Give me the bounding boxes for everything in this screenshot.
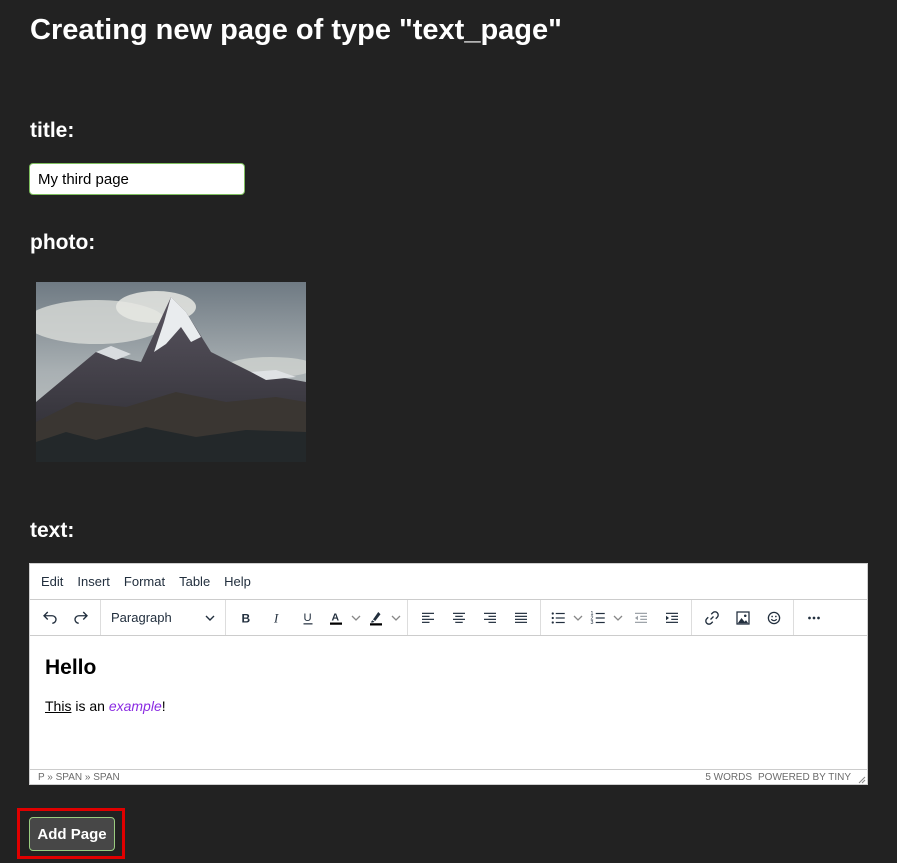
block-format-group: Paragraph [101,600,226,635]
content-heading: Hello [45,656,97,679]
photo-label: photo: [30,231,96,254]
menu-insert[interactable]: Insert [70,570,117,593]
bullet-list-icon[interactable] [545,604,571,632]
text-color-icon[interactable]: A [323,604,349,632]
more-group [794,600,833,635]
italic-text: example [108,698,162,714]
insert-group [692,600,794,635]
undo-icon[interactable] [34,604,65,632]
status-right: 5 WORDS POWERED BY TINY [705,772,859,783]
rich-text-editor[interactable]: Edit Insert Format Table Help Paragraph … [29,563,868,785]
bullet-list-button[interactable] [545,604,585,632]
highlight-color-icon[interactable] [363,604,389,632]
block-format-value: Paragraph [111,610,172,625]
text-label: text: [30,519,75,542]
element-path[interactable]: P » SPAN » SPAN [38,772,120,783]
text-style-group: B I U A [226,600,408,635]
content-paragraph: This is an example! [45,698,852,714]
resize-handle-icon[interactable] [858,776,866,784]
redo-icon[interactable] [65,604,96,632]
title-input[interactable] [29,163,245,195]
chevron-down-icon[interactable] [389,604,403,632]
editor-content[interactable]: Hello This is an example! [30,636,867,769]
svg-text:U: U [303,612,311,624]
word-count[interactable]: 5 WORDS [705,772,752,783]
svg-text:A: A [332,611,340,623]
underline-icon[interactable]: U [292,604,323,632]
page-title: Creating new page of type "text_page" [30,14,562,46]
chevron-down-icon [205,615,215,621]
bold-icon[interactable]: B [230,604,261,632]
exclamation-text: ! [161,698,166,714]
align-right-icon[interactable] [474,604,505,632]
align-left-icon[interactable] [412,604,443,632]
history-group [30,600,101,635]
menu-help[interactable]: Help [217,570,258,593]
svg-text:I: I [273,611,279,625]
title-label: title: [30,119,75,142]
editor-toolbar: Paragraph B I U A 1 2 3 [30,600,867,636]
emoji-icon[interactable] [758,604,789,632]
underlined-text: This [45,698,72,714]
indent-icon[interactable] [656,604,687,632]
editor-statusbar: P » SPAN » SPAN 5 WORDS POWERED BY TINY [30,769,867,785]
chevron-down-icon[interactable] [349,604,363,632]
list-group: 123 [541,600,692,635]
numbered-list-icon[interactable]: 123 [585,604,611,632]
text-color-button[interactable]: A [323,604,363,632]
menu-table[interactable]: Table [172,570,217,593]
photo-image [36,282,306,462]
chevron-down-icon[interactable] [571,604,585,632]
menu-format[interactable]: Format [117,570,172,593]
italic-icon[interactable]: I [261,604,292,632]
menu-edit[interactable]: Edit [34,570,70,593]
svg-text:3: 3 [591,620,594,626]
svg-text:B: B [241,611,250,625]
add-page-button[interactable]: Add Page [29,817,115,851]
highlight-color-button[interactable] [363,604,403,632]
more-icon[interactable] [798,604,829,632]
powered-by[interactable]: POWERED BY TINY [758,772,851,783]
link-icon[interactable] [696,604,727,632]
outdent-icon[interactable] [625,604,656,632]
plain-text: is an [71,698,109,714]
align-justify-icon[interactable] [505,604,536,632]
chevron-down-icon[interactable] [611,604,625,632]
editor-menubar: Edit Insert Format Table Help [30,564,867,600]
alignment-group [408,600,541,635]
block-format-select[interactable]: Paragraph [105,604,221,632]
image-icon[interactable] [727,604,758,632]
align-center-icon[interactable] [443,604,474,632]
numbered-list-button[interactable]: 123 [585,604,625,632]
